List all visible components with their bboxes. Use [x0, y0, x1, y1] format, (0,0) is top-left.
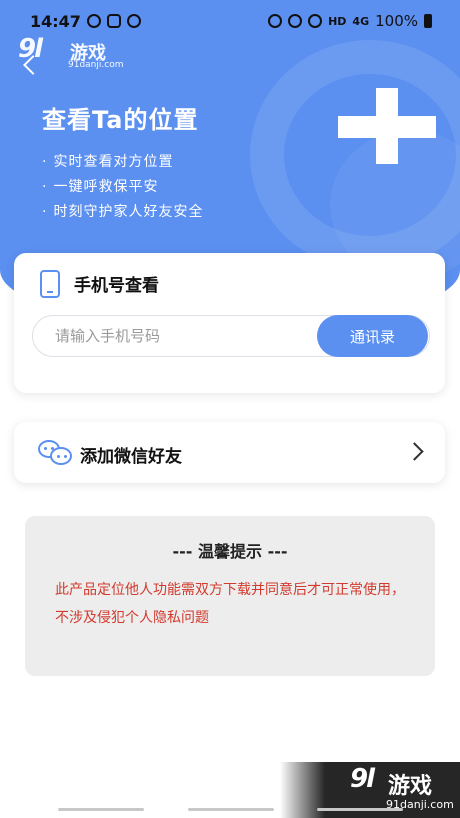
app-screen: 14:47 HD 4G 100% 9l 游戏 91danji.com 查看Ta的… [0, 0, 460, 818]
wechat-icon-dot [64, 455, 67, 458]
add-wechat-friend-row[interactable]: 添加微信好友 [14, 422, 445, 483]
account-icon [86, 14, 101, 28]
feature-item: 一键呼救保平安 [42, 175, 203, 200]
wifi-icon [308, 14, 323, 28]
battery-icon [424, 14, 432, 28]
phone-lookup-title: 手机号查看 [74, 276, 159, 296]
plus-icon [338, 88, 436, 164]
location-icon [288, 14, 303, 28]
status-time: 14:47 [30, 11, 81, 31]
tips-title: --- 温馨提示 --- [172, 542, 288, 561]
add-wechat-friend-label: 添加微信好友 [80, 447, 182, 467]
plus-icon-vertical [376, 88, 398, 164]
wechat-icon-dot [57, 455, 60, 458]
status-left: 14:47 [30, 12, 141, 31]
nav-recent-button[interactable] [58, 808, 144, 811]
system-nav-bar [58, 808, 403, 812]
watermark-url: 91danji.com [68, 60, 124, 70]
contacts-button[interactable]: 通讯录 [317, 315, 428, 357]
phone-lookup-card: 手机号查看 通讯录 [14, 253, 445, 393]
battery-percent: 100% [375, 12, 418, 30]
wechat-icon [38, 440, 74, 466]
nav-back-button[interactable] [317, 808, 403, 811]
tips-box: --- 温馨提示 --- 此产品定位他人功能需双方下载并同意后才可正常使用，不涉… [25, 516, 435, 676]
status-right: HD 4G 100% [268, 12, 432, 30]
wechat-icon-dot [44, 447, 47, 450]
chat-app-icon [126, 14, 141, 28]
feature-item: 实时查看对方位置 [42, 150, 203, 175]
feature-list: 实时查看对方位置 一键呼救保平安 时刻守护家人好友安全 [42, 150, 203, 225]
location-app-icon [106, 14, 121, 28]
feature-item: 时刻守护家人好友安全 [42, 200, 203, 225]
phone-icon [40, 270, 60, 298]
nav-home-button[interactable] [187, 808, 274, 811]
chevron-right-icon [405, 442, 424, 461]
mute-icon [268, 14, 283, 28]
tips-text: 此产品定位他人功能需双方下载并同意后才可正常使用，不涉及侵犯个人隐私问题 [55, 582, 405, 626]
hd-label: HD [328, 14, 347, 28]
network-label: 4G [352, 14, 370, 28]
watermark-bottom-name: 游戏 [388, 774, 433, 799]
page-title: 查看Ta的位置 [42, 106, 199, 134]
wechat-icon-dot [51, 447, 54, 450]
watermark-bottom-logo: 9l [350, 764, 375, 794]
